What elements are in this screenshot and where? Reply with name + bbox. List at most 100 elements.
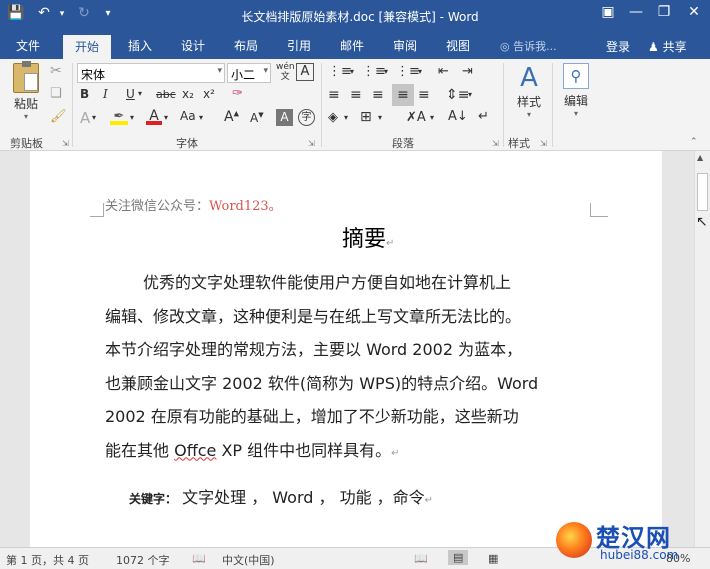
styles-button[interactable]: A 样式 ▾ — [510, 63, 548, 119]
collapse-ribbon-icon[interactable]: ⌃ — [690, 137, 698, 147]
abstract-paragraph: 优秀的文字处理软件能使用户方便自如地在计算机上 编辑、修改文章，这种便利是与在纸… — [105, 266, 595, 470]
print-layout-icon[interactable]: ▤ — [448, 550, 469, 565]
save-icon[interactable]: 💾 — [6, 5, 26, 21]
tab-review[interactable]: 审阅 — [393, 37, 417, 54]
chevron-down-icon[interactable]: ▾ — [138, 89, 142, 98]
clipboard-launcher-icon[interactable]: ⇲ — [62, 139, 69, 148]
tab-design[interactable]: 设计 — [181, 37, 205, 54]
margin-corner — [90, 203, 104, 217]
tab-insert[interactable]: 插入 — [128, 37, 152, 54]
undo-dropdown-icon[interactable]: ▾ — [52, 9, 72, 19]
clear-formatting-icon[interactable]: ✑ — [232, 86, 243, 101]
chevron-down-icon[interactable]: ▾ — [378, 113, 382, 122]
login-button[interactable]: 登录 — [606, 38, 630, 55]
chevron-down-icon[interactable]: ▾ — [92, 113, 96, 122]
chevron-down-icon[interactable]: ▾ — [468, 90, 472, 99]
character-shading-icon[interactable]: A — [276, 109, 293, 126]
web-layout-icon[interactable]: ▦ — [488, 552, 498, 565]
chevron-down-icon[interactable]: ▾ — [199, 113, 203, 122]
chevron-down-icon[interactable]: ▾ — [384, 67, 388, 76]
decrease-indent-icon[interactable]: ⇤ — [438, 64, 449, 79]
bullets-icon[interactable]: ⋮≡ — [328, 64, 352, 79]
tell-me-box[interactable]: ◎ 告诉我... — [500, 38, 557, 54]
share-button[interactable]: ♟ 共享 — [648, 38, 687, 55]
tab-view[interactable]: 视图 — [446, 37, 470, 54]
phonetic-guide-icon[interactable]: wén 文 — [276, 62, 295, 82]
justify-icon[interactable]: ≡ — [392, 84, 414, 106]
read-mode-icon[interactable]: 📖 — [414, 552, 428, 565]
bold-button[interactable]: B — [80, 87, 89, 101]
customize-toolbar-icon[interactable]: ▾ — [98, 8, 118, 19]
cut-icon[interactable]: ✂ — [50, 63, 62, 79]
tab-references[interactable]: 引用 — [287, 37, 311, 54]
chevron-down-icon[interactable]: ▾ — [164, 113, 168, 122]
group-label-paragraph: 段落 — [392, 137, 414, 150]
underline-button[interactable]: U — [126, 87, 135, 101]
copy-icon[interactable]: ❏ — [50, 86, 62, 101]
scroll-thumb[interactable] — [697, 173, 708, 211]
shading-icon[interactable]: ◈ — [328, 110, 338, 125]
ribbon-display-icon[interactable]: ▣ — [596, 4, 620, 20]
close-icon[interactable]: ✕ — [682, 4, 706, 20]
editing-button[interactable]: ⚲ 编辑 ▾ — [558, 63, 594, 118]
numbering-icon[interactable]: ⋮≡ — [362, 64, 386, 79]
sort-icon[interactable]: A↓ — [448, 109, 468, 124]
language-indicator[interactable]: 中文(中国) — [222, 552, 275, 568]
misspelled-word[interactable]: Offce — [174, 441, 216, 460]
vertical-scrollbar[interactable]: ▲ — [694, 151, 710, 547]
minimize-icon[interactable]: — — [624, 4, 648, 20]
header-suffix: 。 — [268, 199, 282, 214]
superscript-button[interactable]: x² — [203, 87, 215, 101]
font-name-combo[interactable]: 宋体 ▾ — [77, 63, 225, 83]
chevron-down-icon[interactable]: ▾ — [130, 113, 134, 122]
line-spacing-icon[interactable]: ⇕≡ — [446, 87, 469, 103]
font-size-combo[interactable]: 小二 ▾ — [227, 63, 271, 83]
document-page[interactable]: 关注微信公众号：Word123。 摘要↵ 优秀的文字处理软件能使用户方便自如地在… — [30, 151, 662, 547]
header-prefix: 关注微信公众号： — [105, 199, 210, 214]
strikethrough-button[interactable]: abc — [156, 88, 176, 101]
show-marks-icon[interactable]: ↵ — [478, 109, 489, 124]
scroll-up-icon[interactable]: ▲ — [697, 153, 703, 162]
font-size-value: 小二 — [231, 68, 256, 82]
undo-icon[interactable]: ↶ — [34, 5, 54, 21]
character-border-icon[interactable]: A — [296, 63, 314, 81]
align-center-icon[interactable]: ≡ — [350, 87, 362, 103]
group-label-clipboard: 剪贴板 — [10, 137, 43, 150]
font-launcher-icon[interactable]: ⇲ — [308, 139, 315, 148]
grow-font-icon[interactable]: A▲ — [224, 109, 239, 125]
tab-layout[interactable]: 布局 — [234, 37, 258, 54]
tab-file[interactable]: 文件 — [16, 37, 40, 54]
paragraph-launcher-icon[interactable]: ⇲ — [492, 139, 499, 148]
redo-icon[interactable]: ↻ — [74, 5, 94, 21]
text-effects-icon[interactable]: A — [80, 109, 90, 127]
enclose-characters-icon[interactable]: 字 — [298, 109, 315, 126]
paste-button[interactable]: 粘贴 ▾ — [8, 61, 44, 121]
chevron-down-icon[interactable]: ▾ — [418, 67, 422, 76]
chevron-down-icon[interactable]: ▾ — [344, 113, 348, 122]
align-right-icon[interactable]: ≡ — [372, 87, 384, 103]
change-case-button[interactable]: Aa — [180, 109, 196, 123]
restore-icon[interactable]: ❐ — [652, 4, 676, 20]
font-color-icon[interactable]: A — [146, 108, 162, 125]
italic-button[interactable]: I — [103, 87, 108, 101]
borders-icon[interactable]: ⊞ — [360, 109, 372, 125]
format-painter-icon[interactable]: 🖌 — [50, 109, 67, 124]
chevron-down-icon[interactable]: ▾ — [350, 67, 354, 76]
distributed-icon[interactable]: ≡ — [418, 87, 430, 103]
align-left-icon[interactable]: ≡ — [328, 87, 340, 103]
proofing-icon[interactable]: 📖 — [192, 552, 206, 565]
word-count[interactable]: 1072 个字 — [116, 552, 170, 568]
shrink-font-icon[interactable]: A▼ — [250, 111, 264, 125]
text-line: 也兼顾金山文字 2002 软件(简称为 WPS)的特点介绍。Word — [105, 373, 539, 393]
tab-home[interactable]: 开始 — [63, 35, 112, 61]
highlight-color-icon[interactable]: ✒ — [110, 109, 128, 125]
styles-launcher-icon[interactable]: ⇲ — [540, 139, 547, 148]
multilevel-list-icon[interactable]: ⋮≡ — [396, 64, 420, 79]
subscript-button[interactable]: x₂ — [182, 87, 194, 101]
chevron-down-icon[interactable]: ▾ — [430, 113, 434, 122]
increase-indent-icon[interactable]: ⇥ — [462, 64, 473, 79]
window-title: 长文档排版原始素材.doc [兼容模式] - Word — [241, 10, 479, 24]
page-count[interactable]: 第 1 页，共 4 页 — [6, 552, 89, 568]
tab-mailings[interactable]: 邮件 — [340, 37, 364, 54]
chinese-layout-icon[interactable]: ✗A — [406, 110, 426, 125]
